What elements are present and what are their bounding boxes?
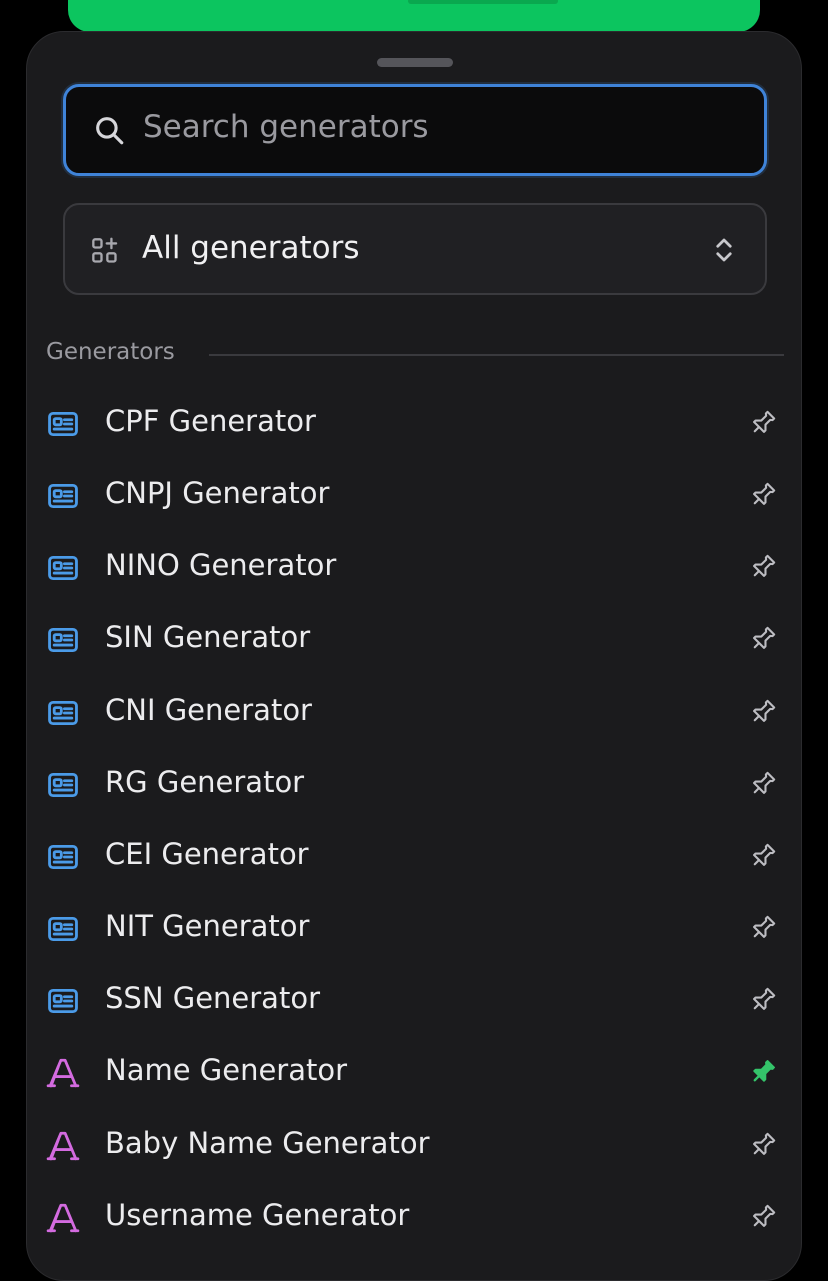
list-item-label: NINO Generator xyxy=(105,548,337,582)
list-item[interactable]: Name Generator xyxy=(27,1036,803,1108)
letter-a-icon xyxy=(46,1129,80,1163)
list-item[interactable]: NINO Generator xyxy=(27,531,803,603)
letter-a-icon xyxy=(46,1056,80,1090)
list-item[interactable]: CNI Generator xyxy=(27,676,803,748)
list-item-label: Username Generator xyxy=(105,1198,410,1232)
list-item[interactable]: Baby Name Generator xyxy=(27,1109,803,1181)
section-header: Generators xyxy=(46,339,784,371)
drag-handle[interactable] xyxy=(377,58,453,67)
search-placeholder: Search generators xyxy=(143,109,429,145)
bottom-sheet: Search generators All generators Generat… xyxy=(26,31,802,1281)
pin-icon[interactable] xyxy=(749,698,777,726)
id-card-icon xyxy=(46,768,80,802)
list-item[interactable]: Username Generator xyxy=(27,1181,803,1253)
pin-icon[interactable] xyxy=(749,770,777,798)
pin-icon[interactable] xyxy=(749,1131,777,1159)
pin-icon[interactable] xyxy=(749,553,777,581)
pin-icon[interactable] xyxy=(749,409,777,437)
pin-icon[interactable] xyxy=(749,481,777,509)
id-card-icon xyxy=(46,407,80,441)
id-card-icon xyxy=(46,840,80,874)
search-input[interactable]: Search generators xyxy=(63,84,767,176)
pin-icon[interactable] xyxy=(749,1203,777,1231)
list-item[interactable]: CPF Generator xyxy=(27,387,803,459)
pin-icon[interactable] xyxy=(749,842,777,870)
list-item-label: CNPJ Generator xyxy=(105,476,330,510)
list-item-label: CEI Generator xyxy=(105,837,309,871)
pin-icon[interactable] xyxy=(749,914,777,942)
id-card-icon xyxy=(46,912,80,946)
primary-action-bar[interactable] xyxy=(68,0,760,32)
section-divider xyxy=(209,354,784,356)
list-item-label: SIN Generator xyxy=(105,620,311,654)
list-item-label: SSN Generator xyxy=(105,981,320,1015)
grid-plus-icon xyxy=(92,237,118,263)
list-item[interactable]: CNPJ Generator xyxy=(27,459,803,531)
id-card-icon xyxy=(46,623,80,657)
list-item-label: NIT Generator xyxy=(105,909,310,943)
section-title: Generators xyxy=(46,339,175,365)
pin-icon[interactable] xyxy=(749,986,777,1014)
list-item[interactable]: CEI Generator xyxy=(27,820,803,892)
search-icon xyxy=(96,117,124,145)
id-card-icon xyxy=(46,551,80,585)
list-item-label: Name Generator xyxy=(105,1053,348,1087)
list-item-label: CPF Generator xyxy=(105,404,316,438)
chevron-up-down-icon xyxy=(716,238,732,262)
list-item[interactable]: SIN Generator xyxy=(27,603,803,675)
list-item-label: RG Generator xyxy=(105,765,305,799)
primary-action-label-stub xyxy=(408,0,558,4)
list-item[interactable]: RG Generator xyxy=(27,748,803,820)
list-item-label: Baby Name Generator xyxy=(105,1126,430,1160)
list-item[interactable]: NIT Generator xyxy=(27,892,803,964)
id-card-icon xyxy=(46,479,80,513)
category-select-label: All generators xyxy=(142,230,360,266)
list-item[interactable]: SSN Generator xyxy=(27,964,803,1036)
pin-icon[interactable] xyxy=(749,625,777,653)
id-card-icon xyxy=(46,696,80,730)
category-select[interactable]: All generators xyxy=(63,203,767,295)
letter-a-icon xyxy=(46,1201,80,1235)
pinned-icon[interactable] xyxy=(749,1058,777,1086)
list-item-label: CNI Generator xyxy=(105,693,312,727)
id-card-icon xyxy=(46,984,80,1018)
